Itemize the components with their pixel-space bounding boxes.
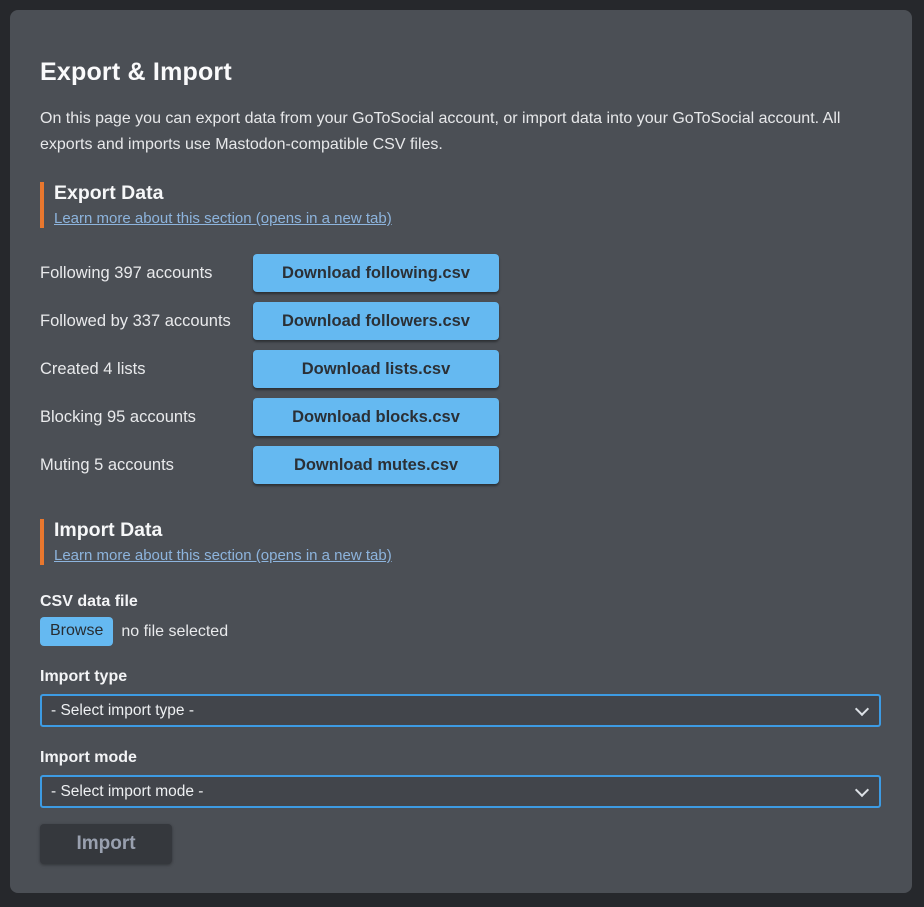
import-submit-button[interactable]: Import (40, 824, 172, 864)
export-row-label: Muting 5 accounts (40, 456, 253, 475)
export-section-header: Export Data Learn more about this sectio… (40, 182, 879, 228)
export-row-following: Following 397 accounts Download followin… (40, 254, 879, 292)
download-mutes-button[interactable]: Download mutes.csv (253, 446, 499, 484)
download-blocks-button[interactable]: Download blocks.csv (253, 398, 499, 436)
page-intro: On this page you can export data from yo… (40, 106, 879, 158)
csv-file-label: CSV data file (40, 593, 879, 611)
export-row-label: Following 397 accounts (40, 264, 253, 283)
download-followers-button[interactable]: Download followers.csv (253, 302, 499, 340)
export-heading: Export Data (54, 182, 879, 205)
export-row-label: Blocking 95 accounts (40, 408, 253, 427)
import-learn-more-link[interactable]: Learn more about this section (opens in … (54, 547, 392, 564)
export-row-label: Followed by 337 accounts (40, 312, 253, 331)
import-mode-label: Import mode (40, 749, 879, 767)
file-status-text: no file selected (121, 623, 228, 641)
export-import-panel: Export & Import On this page you can exp… (10, 10, 912, 893)
import-type-label: Import type (40, 668, 879, 686)
import-type-select-wrap: - Select import type - (40, 694, 881, 727)
import-heading: Import Data (54, 519, 879, 542)
download-lists-button[interactable]: Download lists.csv (253, 350, 499, 388)
export-rows: Following 397 accounts Download followin… (40, 254, 879, 484)
export-learn-more-link[interactable]: Learn more about this section (opens in … (54, 210, 392, 227)
browse-button[interactable]: Browse (40, 617, 113, 646)
import-mode-select-wrap: - Select import mode - (40, 775, 881, 808)
export-row-blocks: Blocking 95 accounts Download blocks.csv (40, 398, 879, 436)
page-title: Export & Import (40, 10, 879, 87)
import-mode-select[interactable]: - Select import mode - (40, 775, 881, 808)
export-row-followers: Followed by 337 accounts Download follow… (40, 302, 879, 340)
import-type-select[interactable]: - Select import type - (40, 694, 881, 727)
export-row-lists: Created 4 lists Download lists.csv (40, 350, 879, 388)
export-row-mutes: Muting 5 accounts Download mutes.csv (40, 446, 879, 484)
import-section-header: Import Data Learn more about this sectio… (40, 519, 879, 565)
csv-file-input: Browse no file selected (40, 617, 879, 646)
export-row-label: Created 4 lists (40, 360, 253, 379)
download-following-button[interactable]: Download following.csv (253, 254, 499, 292)
